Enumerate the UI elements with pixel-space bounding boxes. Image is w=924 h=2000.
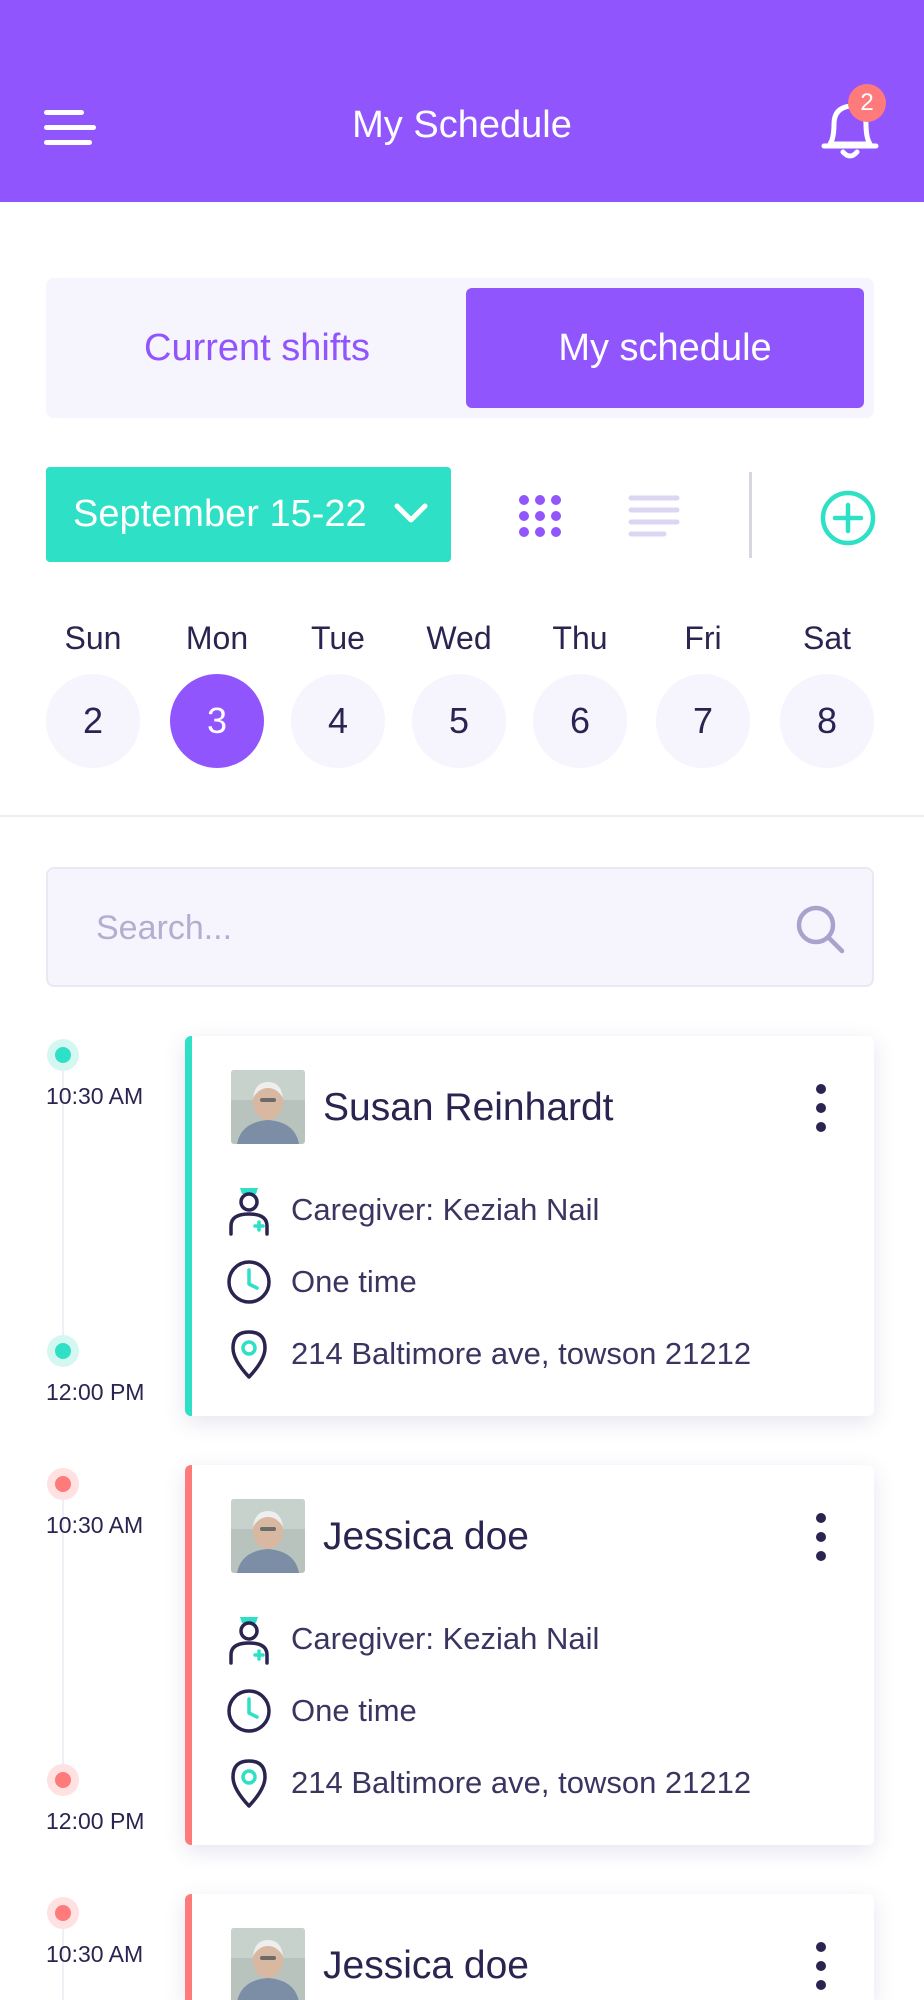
- section-divider: [0, 815, 924, 817]
- timeline-start-dot: [47, 1039, 79, 1071]
- day-thu[interactable]: 6: [533, 674, 627, 768]
- shift-frequency: One time: [291, 1693, 417, 1728]
- week-label: September 15-22: [73, 493, 367, 535]
- shift-frequency: One time: [291, 1264, 417, 1299]
- page-title: My Schedule: [352, 104, 572, 146]
- client-name: Jessica doe: [323, 1944, 529, 1987]
- day-name-fri: Fri: [684, 620, 722, 656]
- week-selector[interactable]: September 15-22: [46, 467, 451, 562]
- search-icon[interactable]: [794, 903, 846, 955]
- day-name-thu: Thu: [552, 620, 608, 656]
- shift-card[interactable]: Susan Reinhardt Caregiver: Keziah Nail O…: [185, 1036, 874, 1416]
- kebab-menu-icon[interactable]: [811, 1082, 831, 1134]
- shift-card[interactable]: Jessica doe: [185, 1894, 874, 2000]
- avatar: [231, 1499, 305, 1573]
- clock-icon: [227, 1689, 271, 1733]
- grid-dots-icon[interactable]: [516, 492, 564, 540]
- search-input[interactable]: [96, 899, 776, 957]
- timeline-start-dot: [47, 1897, 79, 1929]
- day-wed[interactable]: 5: [412, 674, 506, 768]
- shift-card[interactable]: Jessica doe Caregiver: Keziah Nail One t…: [185, 1465, 874, 1845]
- day-name-wed: Wed: [426, 620, 492, 656]
- day-name-tue: Tue: [311, 620, 365, 656]
- timeline-end-dot: [47, 1764, 79, 1796]
- client-name: Jessica doe: [323, 1515, 529, 1558]
- timeline-end-dot: [47, 1335, 79, 1367]
- day-mon-selected[interactable]: 3: [170, 674, 264, 768]
- day-fri[interactable]: 7: [656, 674, 750, 768]
- caregiver-info: Caregiver: Keziah Nail: [291, 1621, 600, 1656]
- tab-my-schedule[interactable]: My schedule: [466, 288, 864, 408]
- day-name-sun: Sun: [64, 620, 122, 656]
- avatar: [231, 1070, 305, 1144]
- avatar: [231, 1928, 305, 2000]
- shift-address: 214 Baltimore ave, towson 21212: [291, 1765, 752, 1800]
- client-name: Susan Reinhardt: [323, 1086, 614, 1129]
- plus-circle-icon[interactable]: [820, 490, 876, 546]
- nurse-icon: [229, 1617, 269, 1665]
- location-pin-icon: [231, 1759, 267, 1808]
- view-tabs: Current shifts My schedule: [46, 278, 874, 418]
- shift-address: 214 Baltimore ave, towson 21212: [291, 1336, 752, 1371]
- kebab-menu-icon[interactable]: [811, 1511, 831, 1563]
- toolbar-divider: [749, 472, 752, 558]
- day-sun[interactable]: 2: [46, 674, 140, 768]
- timeline-start-dot: [47, 1468, 79, 1500]
- location-pin-icon: [231, 1330, 267, 1379]
- card-accent-bar: [185, 1036, 192, 1416]
- list-lines-icon[interactable]: [628, 492, 680, 540]
- card-accent-bar: [185, 1465, 192, 1845]
- card-accent-bar: [185, 1894, 192, 2000]
- day-name-mon: Mon: [185, 620, 249, 656]
- clock-icon: [227, 1260, 271, 1304]
- day-name-sat: Sat: [802, 620, 852, 656]
- chevron-down-icon: [394, 503, 428, 523]
- shift-start-time: 10:30 AM: [46, 1083, 144, 1109]
- app-header: My Schedule 2: [0, 0, 924, 202]
- notification-badge: 2: [848, 84, 886, 122]
- caregiver-info: Caregiver: Keziah Nail: [291, 1192, 600, 1227]
- nurse-icon: [229, 1188, 269, 1236]
- day-tue[interactable]: 4: [291, 674, 385, 768]
- shift-start-time: 10:30 AM: [46, 1941, 144, 1967]
- shift-start-time: 10:30 AM: [46, 1512, 144, 1538]
- day-sat[interactable]: 8: [780, 674, 874, 768]
- shift-end-time: 12:00 PM: [46, 1808, 145, 1834]
- search-box: [46, 867, 874, 987]
- kebab-menu-icon[interactable]: [811, 1940, 831, 1992]
- shift-end-time: 12:00 PM: [46, 1379, 145, 1405]
- tab-current-shifts[interactable]: Current shifts: [58, 288, 456, 408]
